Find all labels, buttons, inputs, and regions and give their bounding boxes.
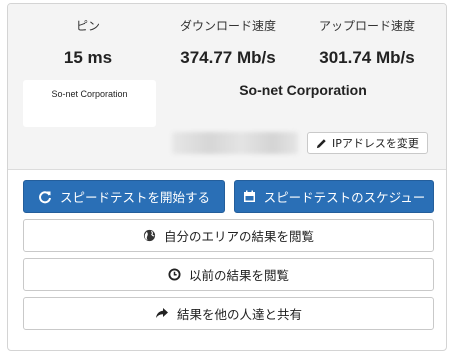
ip-address-redacted [172,132,298,154]
share-results-button[interactable]: 結果を他の人達と共有 [23,297,434,330]
globe-icon [143,229,156,242]
results-summary: ピン ダウンロード速度 アップロード速度 15 ms 374.77 Mb/s 3… [8,4,446,170]
download-value: 374.77 Mb/s [180,48,276,67]
upload-label: アップロード速度 [318,19,415,33]
isp-logo: So-net Corporation [23,80,156,127]
share-icon [155,307,169,320]
view-area-results-label: 自分のエリアの結果を閲覧 [163,229,314,244]
upload-value: 301.74 Mb/s [319,48,415,67]
view-area-results-button[interactable]: 自分のエリアの結果を閲覧 [23,219,434,252]
ping-value: 15 ms [63,48,113,67]
view-past-results-button[interactable]: 以前の結果を閲覧 [23,258,434,291]
change-ip-button[interactable]: IPアドレスを変更 [307,132,428,154]
start-test-button[interactable]: スピードテストを開始する [23,180,225,213]
refresh-icon [38,190,52,204]
isp-logo-text: So-net Corporation [51,89,128,99]
start-test-label: スピードテストを開始する [59,190,210,205]
pencil-icon [316,138,327,149]
change-ip-label: IPアドレスを変更 [332,137,419,150]
isp-name: So-net Corporation [239,82,367,98]
schedule-test-label: スピードテストのスケジュー [263,190,426,205]
speedtest-panel: ピン ダウンロード速度 アップロード速度 15 ms 374.77 Mb/s 3… [7,3,447,351]
schedule-test-button[interactable]: スピードテストのスケジュー [234,180,434,213]
ping-label: ピン [75,19,100,33]
view-past-results-label: 以前の結果を閲覧 [188,268,289,283]
download-label: ダウンロード速度 [179,19,276,33]
calendar-icon [243,190,256,203]
share-results-label: 結果を他の人達と共有 [176,307,302,322]
clock-icon [168,268,181,281]
